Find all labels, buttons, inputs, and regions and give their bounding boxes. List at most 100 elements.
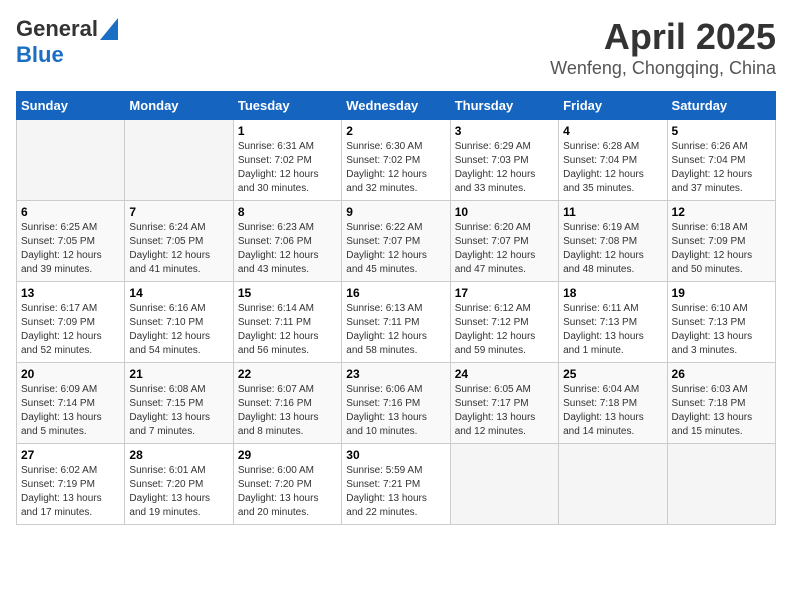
calendar-cell: 11 Sunrise: 6:19 AM Sunset: 7:08 PM Dayli… — [559, 201, 667, 282]
page-title: April 2025 — [550, 16, 776, 58]
day-number: 14 — [129, 286, 228, 300]
logo-general: General — [16, 16, 98, 42]
logo: General Blue — [16, 16, 118, 68]
day-number: 3 — [455, 124, 554, 138]
day-info: Sunrise: 6:11 AM Sunset: 7:13 PM Dayligh… — [563, 302, 662, 358]
day-info: Sunrise: 6:24 AM Sunset: 7:05 PM Dayligh… — [129, 221, 228, 277]
calendar-cell — [17, 120, 125, 201]
day-info: Sunrise: 6:09 AM Sunset: 7:14 PM Dayligh… — [21, 383, 120, 439]
day-info: Sunrise: 6:31 AM Sunset: 7:02 PM Dayligh… — [238, 140, 337, 196]
calendar-header-row: SundayMondayTuesdayWednesdayThursdayFrid… — [17, 92, 776, 120]
calendar-day-header: Friday — [559, 92, 667, 120]
day-info: Sunrise: 6:30 AM Sunset: 7:02 PM Dayligh… — [346, 140, 445, 196]
calendar-cell: 4 Sunrise: 6:28 AM Sunset: 7:04 PM Daylig… — [559, 120, 667, 201]
calendar-cell: 14 Sunrise: 6:16 AM Sunset: 7:10 PM Dayli… — [125, 282, 233, 363]
day-number: 25 — [563, 367, 662, 381]
calendar-cell: 12 Sunrise: 6:18 AM Sunset: 7:09 PM Dayli… — [667, 201, 775, 282]
day-number: 20 — [21, 367, 120, 381]
day-number: 5 — [672, 124, 771, 138]
calendar-cell: 17 Sunrise: 6:12 AM Sunset: 7:12 PM Dayli… — [450, 282, 558, 363]
calendar-cell: 20 Sunrise: 6:09 AM Sunset: 7:14 PM Dayli… — [17, 363, 125, 444]
calendar-cell: 2 Sunrise: 6:30 AM Sunset: 7:02 PM Daylig… — [342, 120, 450, 201]
day-number: 2 — [346, 124, 445, 138]
day-info: Sunrise: 6:19 AM Sunset: 7:08 PM Dayligh… — [563, 221, 662, 277]
calendar-cell: 27Sunrise: 6:02 AM Sunset: 7:19 PM Dayli… — [17, 444, 125, 525]
calendar-day-header: Tuesday — [233, 92, 341, 120]
calendar-cell: 9 Sunrise: 6:22 AM Sunset: 7:07 PM Daylig… — [342, 201, 450, 282]
day-number: 13 — [21, 286, 120, 300]
calendar-day-header: Wednesday — [342, 92, 450, 120]
day-number: 11 — [563, 205, 662, 219]
day-info: Sunrise: 6:02 AM Sunset: 7:19 PM Dayligh… — [21, 464, 120, 520]
day-info: Sunrise: 6:06 AM Sunset: 7:16 PM Dayligh… — [346, 383, 445, 439]
day-info: Sunrise: 6:28 AM Sunset: 7:04 PM Dayligh… — [563, 140, 662, 196]
day-number: 9 — [346, 205, 445, 219]
calendar-day-header: Thursday — [450, 92, 558, 120]
calendar-cell: 15 Sunrise: 6:14 AM Sunset: 7:11 PM Dayli… — [233, 282, 341, 363]
day-info: Sunrise: 6:04 AM Sunset: 7:18 PM Dayligh… — [563, 383, 662, 439]
calendar-cell: 26 Sunrise: 6:03 AM Sunset: 7:18 PM Dayli… — [667, 363, 775, 444]
calendar-table: SundayMondayTuesdayWednesdayThursdayFrid… — [16, 91, 776, 525]
day-number: 1 — [238, 124, 337, 138]
logo-triangle-icon — [100, 18, 118, 40]
day-info: Sunrise: 6:08 AM Sunset: 7:15 PM Dayligh… — [129, 383, 228, 439]
calendar-cell: 19 Sunrise: 6:10 AM Sunset: 7:13 PM Dayli… — [667, 282, 775, 363]
calendar-cell: 10Sunrise: 6:20 AM Sunset: 7:07 PM Dayli… — [450, 201, 558, 282]
calendar-cell: 7 Sunrise: 6:24 AM Sunset: 7:05 PM Daylig… — [125, 201, 233, 282]
day-info: Sunrise: 6:22 AM Sunset: 7:07 PM Dayligh… — [346, 221, 445, 277]
day-number: 18 — [563, 286, 662, 300]
day-number: 6 — [21, 205, 120, 219]
day-info: Sunrise: 6:25 AM Sunset: 7:05 PM Dayligh… — [21, 221, 120, 277]
logo-blue: Blue — [16, 42, 64, 67]
day-info: Sunrise: 6:26 AM Sunset: 7:04 PM Dayligh… — [672, 140, 771, 196]
calendar-cell: 18 Sunrise: 6:11 AM Sunset: 7:13 PM Dayli… — [559, 282, 667, 363]
calendar-cell: 5 Sunrise: 6:26 AM Sunset: 7:04 PM Daylig… — [667, 120, 775, 201]
calendar-cell: 23 Sunrise: 6:06 AM Sunset: 7:16 PM Dayli… — [342, 363, 450, 444]
calendar-week-row: 27Sunrise: 6:02 AM Sunset: 7:19 PM Dayli… — [17, 444, 776, 525]
day-number: 10 — [455, 205, 554, 219]
calendar-week-row: 13 Sunrise: 6:17 AM Sunset: 7:09 PM Dayli… — [17, 282, 776, 363]
day-info: Sunrise: 6:01 AM Sunset: 7:20 PM Dayligh… — [129, 464, 228, 520]
day-info: Sunrise: 5:59 AM Sunset: 7:21 PM Dayligh… — [346, 464, 445, 520]
calendar-cell: 29Sunrise: 6:00 AM Sunset: 7:20 PM Dayli… — [233, 444, 341, 525]
day-info: Sunrise: 6:12 AM Sunset: 7:12 PM Dayligh… — [455, 302, 554, 358]
day-number: 21 — [129, 367, 228, 381]
calendar-cell — [559, 444, 667, 525]
day-info: Sunrise: 6:18 AM Sunset: 7:09 PM Dayligh… — [672, 221, 771, 277]
day-number: 22 — [238, 367, 337, 381]
page-header: General Blue April 2025 Wenfeng, Chongqi… — [16, 16, 776, 79]
day-info: Sunrise: 6:00 AM Sunset: 7:20 PM Dayligh… — [238, 464, 337, 520]
calendar-cell: 1 Sunrise: 6:31 AM Sunset: 7:02 PM Daylig… — [233, 120, 341, 201]
calendar-cell: 6 Sunrise: 6:25 AM Sunset: 7:05 PM Daylig… — [17, 201, 125, 282]
calendar-cell: 3Sunrise: 6:29 AM Sunset: 7:03 PM Daylig… — [450, 120, 558, 201]
day-number: 8 — [238, 205, 337, 219]
day-number: 23 — [346, 367, 445, 381]
day-number: 17 — [455, 286, 554, 300]
calendar-cell: 30 Sunrise: 5:59 AM Sunset: 7:21 PM Dayli… — [342, 444, 450, 525]
day-info: Sunrise: 6:17 AM Sunset: 7:09 PM Dayligh… — [21, 302, 120, 358]
calendar-day-header: Saturday — [667, 92, 775, 120]
day-info: Sunrise: 6:03 AM Sunset: 7:18 PM Dayligh… — [672, 383, 771, 439]
day-number: 4 — [563, 124, 662, 138]
calendar-cell: 21 Sunrise: 6:08 AM Sunset: 7:15 PM Dayli… — [125, 363, 233, 444]
calendar-cell: 25 Sunrise: 6:04 AM Sunset: 7:18 PM Dayli… — [559, 363, 667, 444]
day-number: 12 — [672, 205, 771, 219]
day-number: 30 — [346, 448, 445, 462]
calendar-cell: 16Sunrise: 6:13 AM Sunset: 7:11 PM Dayli… — [342, 282, 450, 363]
page-subtitle: Wenfeng, Chongqing, China — [550, 58, 776, 79]
day-info: Sunrise: 6:10 AM Sunset: 7:13 PM Dayligh… — [672, 302, 771, 358]
calendar-cell — [450, 444, 558, 525]
day-number: 7 — [129, 205, 228, 219]
day-number: 28 — [129, 448, 228, 462]
day-info: Sunrise: 6:05 AM Sunset: 7:17 PM Dayligh… — [455, 383, 554, 439]
day-number: 24 — [455, 367, 554, 381]
calendar-cell — [125, 120, 233, 201]
calendar-day-header: Sunday — [17, 92, 125, 120]
day-number: 19 — [672, 286, 771, 300]
day-number: 26 — [672, 367, 771, 381]
calendar-cell: 22 Sunrise: 6:07 AM Sunset: 7:16 PM Dayli… — [233, 363, 341, 444]
day-number: 15 — [238, 286, 337, 300]
day-info: Sunrise: 6:16 AM Sunset: 7:10 PM Dayligh… — [129, 302, 228, 358]
day-info: Sunrise: 6:14 AM Sunset: 7:11 PM Dayligh… — [238, 302, 337, 358]
day-info: Sunrise: 6:07 AM Sunset: 7:16 PM Dayligh… — [238, 383, 337, 439]
